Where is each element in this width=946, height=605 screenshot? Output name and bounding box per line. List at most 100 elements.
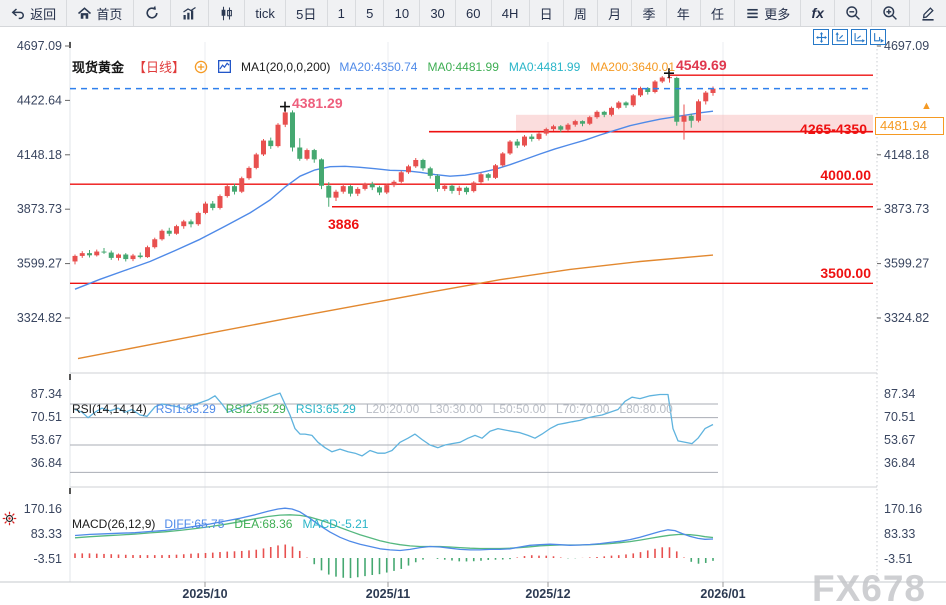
toolbar-indicators-button[interactable]: fx <box>801 0 835 26</box>
macd-axis-label: -3.51 <box>884 552 913 566</box>
toolbar-interval-60min-button[interactable]: 60 <box>456 0 492 26</box>
axis-scale-right-icon[interactable] <box>851 29 867 45</box>
candle-body <box>435 176 440 189</box>
candle-body <box>196 213 201 224</box>
candle-body <box>334 192 339 198</box>
toolbar-interval-tick-button[interactable]: tick <box>245 0 286 26</box>
candle-body <box>305 150 310 159</box>
ma20-line <box>75 111 713 289</box>
axis-scale-left-icon[interactable] <box>832 29 848 45</box>
toolbar-chart-type-bar-button[interactable] <box>171 0 209 26</box>
toolbar-interval-5min-button[interactable]: 5 <box>356 0 384 26</box>
candle-body <box>442 186 447 189</box>
indicator-settings-icon[interactable] <box>2 511 17 531</box>
candle-body <box>471 183 476 192</box>
macd-value-1: DEA:68.36 <box>234 517 292 531</box>
candle-body <box>392 182 397 185</box>
candle-body <box>689 116 694 121</box>
toolbar-interval-custom-button[interactable]: 任 <box>701 0 735 26</box>
toolbar-refresh-button[interactable] <box>134 0 171 26</box>
add-indicator-icon[interactable] <box>194 60 208 74</box>
toolbar-interval-week-button[interactable]: 周 <box>564 0 598 26</box>
toolbar-interval-30min-label: 30 <box>430 6 444 21</box>
toolbar-interval-day-button[interactable]: 日 <box>530 0 564 26</box>
back-icon <box>10 6 26 21</box>
go-to-latest-icon[interactable] <box>870 29 886 45</box>
zoomout-icon <box>845 5 861 21</box>
toolbar-interval-day-label: 日 <box>540 4 553 23</box>
candle-body <box>696 101 701 120</box>
toolbar-interval-year-button[interactable]: 年 <box>667 0 701 26</box>
candle-body <box>631 95 636 105</box>
candle-body <box>312 150 317 159</box>
candle-body <box>326 186 331 198</box>
toolbar-interval-year-label: 年 <box>677 4 690 23</box>
toolbar-interval-1min-button[interactable]: 1 <box>328 0 356 26</box>
candle-body <box>363 184 368 189</box>
candle-body <box>348 186 353 194</box>
toolbar-zoom-out-button[interactable] <box>835 0 872 26</box>
candle-body <box>493 165 498 177</box>
toolbar: 返回首页 tick5日15 10 30 604H 日 周月季年任更多 fx <box>0 0 946 27</box>
xaxis-label: 2026/01 <box>700 587 745 601</box>
peak-label: 4381.29 <box>292 95 343 111</box>
candle-body <box>500 153 505 165</box>
toolbar-back-button[interactable]: 返回 <box>0 0 67 26</box>
candle-body <box>587 117 592 124</box>
candle-body <box>276 125 281 146</box>
toolbar-chart-type-candle-button[interactable] <box>209 0 245 26</box>
candle-body <box>566 125 571 130</box>
pan-icon[interactable] <box>813 29 829 45</box>
price-axis-label: 3873.73 <box>17 202 62 216</box>
candle-body <box>268 141 273 147</box>
candle-body <box>247 168 252 178</box>
candle-body <box>529 137 534 139</box>
toolbar-indicators-label: fx <box>812 5 824 21</box>
xaxis-label: 2025/12 <box>525 587 570 601</box>
toolbar-interval-month-button[interactable]: 月 <box>598 0 632 26</box>
toolbar-interval-4hour-button[interactable]: 4H <box>492 0 530 26</box>
xaxis-label: 2025/10 <box>182 587 227 601</box>
toolbar-draw-button[interactable] <box>910 0 946 26</box>
price-axis-label: 4697.09 <box>884 39 929 53</box>
chart-axis-controls <box>813 29 886 45</box>
candle-body <box>261 141 266 155</box>
candle-body <box>573 121 578 125</box>
macd-header: MACD(26,12,9) DIFF:65.75DEA:68.36MACD:-5… <box>72 517 368 531</box>
toolbar-back-label: 返回 <box>30 4 56 23</box>
toolbar-interval-5day-button[interactable]: 5日 <box>286 0 327 26</box>
candle-body <box>355 189 360 194</box>
toolbar-home-button[interactable]: 首页 <box>67 0 133 26</box>
candle-body <box>123 255 128 260</box>
candle-body <box>406 166 411 172</box>
candle-body <box>413 160 418 166</box>
candle-body <box>116 255 121 258</box>
candle-body <box>682 116 687 122</box>
toolbar-interval-week-label: 周 <box>574 4 587 23</box>
trading-app-window: 返回首页tick5日151030604H日周月季年任更多fx 4265-4350… <box>0 0 946 605</box>
candle-body <box>203 204 208 213</box>
rsi-axis-label: 53.67 <box>884 433 915 447</box>
candle-body <box>297 147 302 158</box>
toolbar-zoom-in-button[interactable] <box>872 0 909 26</box>
macd-axis-label: 170.16 <box>884 502 922 516</box>
toolbar-more-button[interactable]: 更多 <box>735 0 801 26</box>
level-label-3: 3500.00 <box>820 265 871 281</box>
toolbar-interval-5min-label: 5 <box>366 6 373 21</box>
toolbar-interval-30min-button[interactable]: 30 <box>420 0 456 26</box>
price-axis-label: 4148.18 <box>17 148 62 162</box>
pencil-icon <box>920 5 936 21</box>
rsi-value-0: RSI1:65.29 <box>156 402 216 416</box>
ma200-line <box>78 255 713 359</box>
chart-style-icon[interactable] <box>217 60 232 73</box>
candle-body <box>377 187 382 192</box>
toolbar-interval-10min-button[interactable]: 10 <box>384 0 420 26</box>
menu-icon <box>745 7 760 20</box>
candle-body <box>174 226 179 234</box>
rsi-value-1: RSI2:65.29 <box>226 402 286 416</box>
macd-value-2: MACD:-5.21 <box>302 517 368 531</box>
candle-body <box>109 253 114 258</box>
candle-body <box>181 221 186 226</box>
rsi-axis-label: 70.51 <box>884 410 915 424</box>
toolbar-interval-quarter-button[interactable]: 季 <box>632 0 666 26</box>
